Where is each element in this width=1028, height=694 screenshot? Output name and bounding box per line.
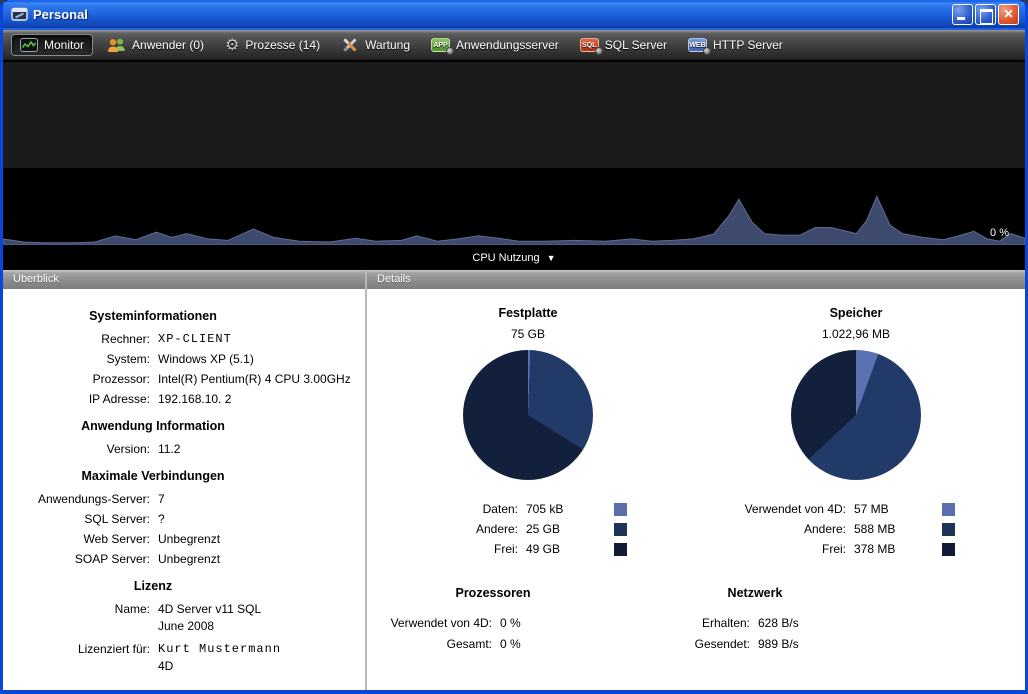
toolbar-item-wartung[interactable]: Wartung	[341, 37, 410, 53]
info-row: System:Windows XP (5.1)	[3, 349, 365, 369]
legend-color-swatch	[614, 523, 627, 536]
details-panel: Details Festplatte 75 GB Daten:705 kB An…	[367, 270, 1025, 690]
network-stats-block: Netzwerk Erhalten:628 B/s Gesendet:989 B…	[625, 585, 885, 655]
section-heading: Anwendung Information	[3, 419, 303, 433]
legend-row: Frei:378 MB	[703, 539, 1009, 559]
disk-pie-chart	[463, 350, 593, 480]
toolbar-item-http-server[interactable]: WEB HTTP Server	[688, 38, 783, 52]
dropdown-arrow-icon: ▼	[547, 253, 556, 263]
gear-icon: ⚙	[225, 37, 239, 53]
cpu-graph-background	[3, 60, 1025, 168]
disk-stats-block: Festplatte 75 GB Daten:705 kB Andere:25 …	[375, 305, 681, 559]
overview-panel: Überblick Systeminformationen Rechner:XP…	[3, 270, 367, 690]
toolbar-item-label: Wartung	[365, 38, 410, 52]
toolbar-item-label: Monitor	[44, 38, 84, 52]
toolbar-item-label: SQL Server	[605, 38, 667, 52]
minimize-button[interactable]	[952, 4, 973, 25]
legend-color-swatch	[942, 523, 955, 536]
window-title: Personal	[33, 7, 88, 22]
processors-stats-block: Prozessoren Verwendet von 4D:0 % Gesamt:…	[367, 585, 619, 655]
memory-total: 1.022,96 MB	[703, 327, 1009, 342]
memory-chart-title: Speicher	[703, 305, 1009, 321]
graph-selector-label: CPU Nutzung	[472, 252, 539, 264]
titlebar[interactable]: Personal	[3, 0, 1025, 28]
gear-dot-icon	[446, 47, 454, 55]
cpu-current-value: 0 %	[990, 227, 1009, 239]
maximize-button[interactable]	[975, 4, 996, 25]
users-icon	[107, 37, 126, 53]
monitor-chart-icon	[20, 38, 38, 52]
info-row: Web Server:Unbegrenzt	[3, 529, 365, 549]
legend-row: Daten:705 kB	[375, 499, 681, 519]
gear-dot-icon	[703, 47, 711, 55]
app-window: Personal Monitor	[0, 0, 1028, 694]
info-row: SOAP Server:Unbegrenzt	[3, 549, 365, 569]
legend-color-swatch	[942, 543, 955, 556]
memory-pie-chart	[791, 350, 921, 480]
toolbar-item-label: HTTP Server	[713, 38, 783, 52]
toolbar: Monitor Anwender (0) ⚙ Prozesse (14)	[3, 30, 1025, 60]
legend-row: Verwendet von 4D:57 MB	[703, 499, 1009, 519]
graph-type-selector[interactable]: CPU Nutzung ▼	[3, 245, 1025, 270]
section-heading: Lizenz	[3, 579, 303, 593]
network-title: Netzwerk	[625, 585, 885, 601]
toolbar-item-sql-server[interactable]: SQL SQL Server	[580, 38, 667, 52]
sql-server-icon: SQL	[580, 38, 599, 52]
section-heading: Systeminformationen	[3, 309, 303, 323]
disk-total: 75 GB	[375, 327, 681, 342]
app-icon	[11, 6, 28, 22]
info-row: Version:11.2	[3, 439, 365, 459]
cpu-usage-chart: 0 %	[3, 168, 1025, 245]
processors-title: Prozessoren	[367, 585, 619, 601]
toolbar-item-anwendungsserver[interactable]: APP Anwendungsserver	[431, 38, 559, 52]
overview-header: Überblick	[3, 270, 365, 289]
toolbar-item-label: Anwender (0)	[132, 38, 204, 52]
legend-row: Andere:588 MB	[703, 519, 1009, 539]
disk-chart-title: Festplatte	[375, 305, 681, 321]
info-row: Anwendungs-Server:7	[3, 489, 365, 509]
info-row: Prozessor:Intel(R) Pentium(R) 4 CPU 3.00…	[3, 369, 365, 389]
legend-row: Andere:25 GB	[375, 519, 681, 539]
stat-row: Verwendet von 4D:0 %	[367, 613, 619, 634]
info-row: Lizenziert für: Kurt Mustermann4D	[3, 639, 365, 679]
toolbar-item-anwender[interactable]: Anwender (0)	[107, 37, 204, 53]
legend-color-swatch	[942, 503, 955, 516]
info-row: Name: 4D Server v11 SQLJune 2008	[3, 599, 365, 639]
info-row: SQL Server:?	[3, 509, 365, 529]
http-server-icon: WEB	[688, 38, 707, 52]
gear-dot-icon	[595, 47, 603, 55]
toolbar-item-prozesse[interactable]: ⚙ Prozesse (14)	[225, 37, 320, 53]
details-header: Details	[367, 270, 1025, 289]
memory-legend: Verwendet von 4D:57 MB Andere:588 MB Fre…	[703, 499, 1009, 559]
stat-row: Gesendet:989 B/s	[625, 634, 885, 655]
stat-row: Erhalten:628 B/s	[625, 613, 885, 634]
disk-legend: Daten:705 kB Andere:25 GB Frei:49 GB	[375, 499, 681, 559]
toolbar-item-label: Anwendungsserver	[456, 38, 559, 52]
tools-icon	[341, 37, 359, 53]
app-server-icon: APP	[431, 38, 450, 52]
legend-row: Frei:49 GB	[375, 539, 681, 559]
toolbar-item-monitor[interactable]: Monitor	[11, 34, 93, 56]
info-row: Rechner:XP-CLIENT	[3, 329, 365, 349]
section-heading: Maximale Verbindungen	[3, 469, 303, 483]
legend-color-swatch	[614, 543, 627, 556]
memory-stats-block: Speicher 1.022,96 MB Verwendet von 4D:57…	[703, 305, 1009, 559]
legend-color-swatch	[614, 503, 627, 516]
info-row: IP Adresse:192.168.10. 2	[3, 389, 365, 409]
close-button[interactable]	[998, 4, 1019, 25]
stat-row: Gesamt:0 %	[367, 634, 619, 655]
toolbar-item-label: Prozesse (14)	[245, 38, 320, 52]
